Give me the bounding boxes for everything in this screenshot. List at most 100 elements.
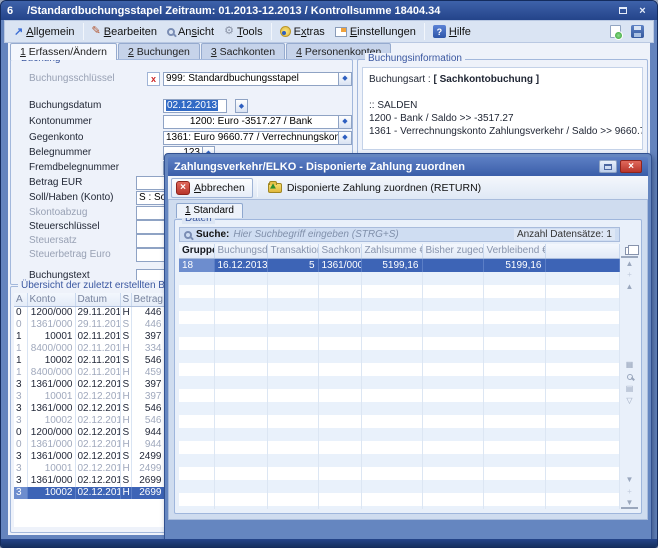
scroll-bottom-icon[interactable]: ▼ [621,497,638,509]
buchungsdatum-input[interactable]: 02.12.2013 [163,99,227,113]
details-icon[interactable]: ▤ [621,383,638,395]
buchungsschluessel-select[interactable]: 999: Standardbuchungsstapel ◆ [163,72,352,86]
table-cell: 10002 [27,355,75,367]
table-row[interactable]: 31000102.12.2013H397 [14,391,164,403]
table-row[interactable]: 01200/00029.11.2013H446 [14,306,164,319]
menu-ansicht[interactable]: Ansicht [162,24,219,40]
uebersicht-header-row: A Konto Datum S Betrag € [14,293,164,306]
table-row[interactable]: 01361/00002.12.2013H944 [14,439,164,451]
table-row[interactable]: 31361/00002.12.2013S397 [14,379,164,391]
col-s[interactable]: S [120,293,131,306]
menu-tools[interactable]: ⚙ Tools [219,24,268,40]
steuerbetrag-label: Steuerbetrag Euro [29,249,111,260]
empty-row [179,493,620,506]
cancel-button[interactable]: × Abbrechen [171,178,253,198]
table-row[interactable]: 11000202.11.2013S546 [14,355,164,367]
menu-extras[interactable]: Extras [275,24,330,40]
table-row[interactable]: 31000202.12.2013H2699 [14,487,164,499]
col-verbleibend[interactable]: Verbleibend € [483,244,545,258]
table-cell: 1361/000 [27,439,75,451]
dialog-tab-standard[interactable]: 1 Standard [176,203,243,218]
new-document-button[interactable] [605,23,626,40]
table-cell: 02.11.2013 [75,343,120,355]
move-up-icon[interactable]: + [621,268,638,280]
dialog-close-button[interactable]: × [620,160,642,173]
table-cell: S [120,319,131,331]
col-datum[interactable]: Datum [75,293,120,306]
table-cell: 1361/000 [27,475,75,487]
table-row[interactable]: 11000102.11.2013S397 [14,331,164,343]
table-row[interactable]: 18400/00002.11.2013H459 [14,367,164,379]
dialog-restore-button[interactable] [599,160,617,173]
table-row[interactable]: 31000202.12.2013H546 [14,415,164,427]
page-down-icon[interactable]: ▼ [621,473,638,485]
tab-buchungen[interactable]: 2 Buchungen [118,43,200,60]
scroll-top-icon[interactable]: ▲ [621,256,638,268]
dropdown-icon[interactable]: ◆ [338,132,351,144]
save-button[interactable] [626,23,649,40]
kontonummer-label: Kontonummer [29,116,92,127]
table-row[interactable]: 01200/00002.12.2013S944 [14,427,164,439]
info-line: 1361 - Verrechnungskonto Zahlungsverkehr… [369,125,636,138]
menu-allgemein[interactable]: ↗ Allgemein [9,24,80,40]
menu-hilfe[interactable]: ? Hilfe [428,23,476,40]
table-cell: 02.12.2013 [75,379,120,391]
col-transaktion[interactable]: Transaktion [267,244,318,258]
col-zahlsumme[interactable]: Zahlsumme € [361,244,422,258]
col-konto[interactable]: Konto [27,293,75,306]
move-down-icon[interactable]: + [621,485,638,497]
menu-hilfe-label: Hilfe [449,26,471,38]
col-a[interactable]: A [14,293,27,306]
column-chooser-icon[interactable]: ▦ [621,359,638,371]
col-buchungsdatum[interactable]: Buchungsdatum [214,244,267,258]
search-rows-icon[interactable] [621,371,638,383]
table-row[interactable]: 01361/00029.11.2013S446 [14,319,164,331]
dropdown-icon[interactable]: ◆ [338,116,351,128]
dispo-table: Gruppe Buchungsdatum Transaktion Sachkon… [179,244,620,509]
copy-icon[interactable] [621,244,638,256]
assign-button[interactable]: Disponierte Zahlung zuordnen (RETURN) [262,180,487,196]
menu-bearbeiten[interactable]: ✎ Bearbeiten [87,24,162,40]
menu-einstellungen[interactable]: Einstellungen [330,24,421,40]
dropdown-icon[interactable]: ◆ [338,73,351,85]
view-icon [167,28,175,36]
table-cell: 8400/000 [27,343,75,355]
col-sachkonto[interactable]: Sachkonto [318,244,361,258]
table-cell: 10001 [27,463,75,475]
gegenkonto-select[interactable]: 1361: Euro 9660.77 / Verrechnungskonto Z… [163,131,352,145]
restore-icon [619,7,627,14]
filter-icon[interactable]: ▽ [621,395,638,407]
kontonummer-select[interactable]: 1200: Euro -3517.27 / Bank ◆ [163,115,352,129]
menu-einstellungen-label: Einstellungen [350,26,416,38]
table-row[interactable]: 1816.12.2013 /Mo51361/0005199,165199,16 [179,258,620,272]
table-cell: 944 [131,439,164,451]
table-row[interactable]: 31361/00002.12.2013S2699 [14,475,164,487]
col-gruppe[interactable]: Gruppe [179,244,214,258]
close-button[interactable]: × [634,4,651,17]
table-cell: S [120,331,131,343]
table-cell: 02.11.2013 [75,355,120,367]
buchungsart-line: Buchungsart : [ Sachkontobuchung ] [369,73,636,86]
window-number: 6 [7,5,13,17]
table-cell: 459 [131,367,164,379]
table-cell: 10001 [27,391,75,403]
page-up-icon[interactable]: ▲ [621,280,638,292]
table-row[interactable]: 31000102.12.2013H2499 [14,463,164,475]
arrow-ne-icon: ↗ [14,27,23,37]
betrag-label: Betrag EUR [29,177,82,188]
clear-button[interactable]: x [147,72,160,86]
cancel-x-icon: × [176,181,190,195]
col-betrag[interactable]: Betrag € [131,293,164,306]
tab-erfassen-aendern[interactable]: 1 Erfassen/Ändern [10,43,117,60]
table-row[interactable]: 31361/00002.12.2013S546 [14,403,164,415]
tab-sachkonten[interactable]: 3 Sachkonten [201,43,285,60]
restore-button[interactable] [614,4,631,17]
empty-row [179,402,620,415]
table-cell: 2699 [131,487,164,499]
table-row[interactable]: 18400/00002.11.2013H334 [14,343,164,355]
col-bisher-zugeordnet[interactable]: Bisher zugeordnet [422,244,483,258]
search-bar[interactable]: Suche: Hier Suchbegriff eingeben (STRG+S… [179,227,620,242]
table-cell: 397 [131,331,164,343]
table-row[interactable]: 31361/00002.12.2013S2499 [14,451,164,463]
buchungsdatum-spinner[interactable]: ◆ [235,99,248,113]
